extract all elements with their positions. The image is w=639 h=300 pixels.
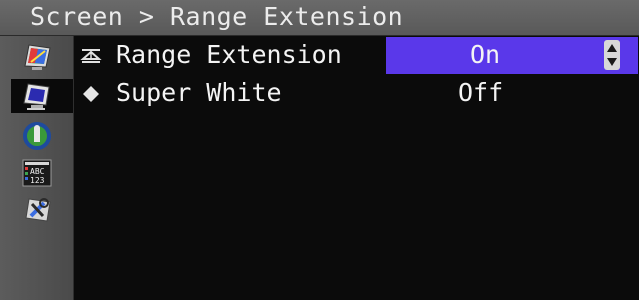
arrow-up-icon bbox=[607, 44, 617, 52]
power-save-icon bbox=[23, 122, 51, 150]
tools-icon bbox=[25, 198, 51, 222]
up-down-spinner-icon[interactable] bbox=[604, 40, 620, 70]
menu-row-value: On bbox=[470, 40, 501, 69]
menu-row-label: Range Extension bbox=[116, 40, 342, 69]
language-icon: ABC 123 bbox=[22, 159, 52, 187]
menu-row-super-white[interactable]: Super White Off bbox=[74, 75, 639, 112]
range-extension-icon bbox=[80, 45, 102, 67]
svg-text:123: 123 bbox=[30, 176, 45, 185]
menu-row-value: Off bbox=[458, 78, 504, 107]
sidebar-item-power[interactable] bbox=[17, 119, 55, 151]
breadcrumb: Screen > Range Extension bbox=[30, 2, 404, 31]
screen-icon bbox=[23, 83, 50, 110]
sidebar-item-screen[interactable] bbox=[11, 79, 73, 113]
range-extension-value[interactable]: On bbox=[386, 37, 638, 74]
arrow-down-icon bbox=[607, 58, 617, 66]
svg-text:ABC: ABC bbox=[30, 167, 45, 176]
title-bar: Screen > Range Extension bbox=[0, 0, 639, 36]
menu-row-range-extension[interactable]: Range Extension On bbox=[74, 37, 639, 74]
color-adjust-icon bbox=[24, 44, 51, 70]
diamond-icon bbox=[80, 83, 102, 105]
osd-menu: Screen > Range Extension ABC 123 Range E… bbox=[0, 0, 639, 300]
menu-content: Range Extension On Super White Off bbox=[74, 36, 639, 300]
menu-row-label: Super White bbox=[116, 78, 282, 107]
icon-rail: ABC 123 bbox=[0, 36, 74, 300]
super-white-value[interactable]: Off bbox=[386, 75, 638, 112]
sidebar-item-language[interactable]: ABC 123 bbox=[17, 156, 55, 188]
sidebar-item-tools[interactable] bbox=[17, 192, 55, 224]
sidebar-item-color[interactable] bbox=[17, 40, 55, 72]
